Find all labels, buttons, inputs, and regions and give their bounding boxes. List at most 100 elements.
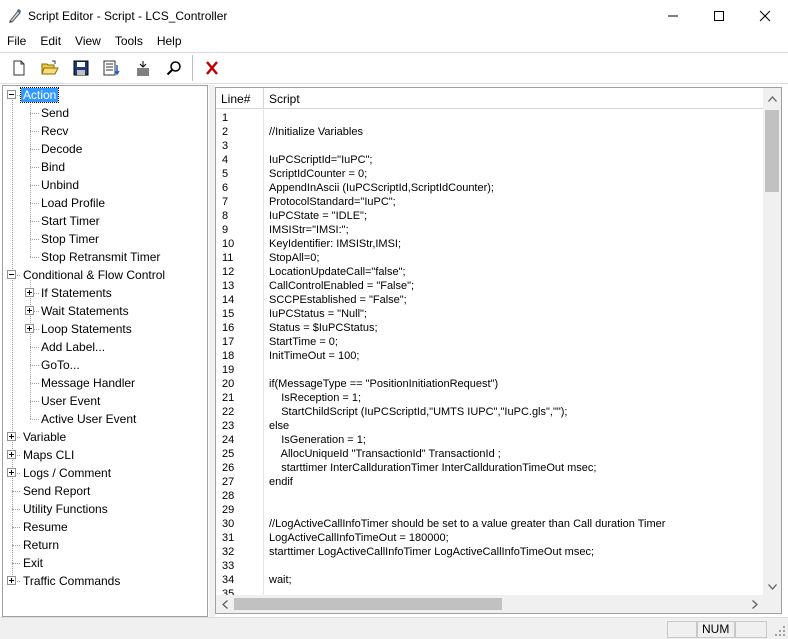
table-row[interactable]: 21 IsReception = 1; xyxy=(216,391,763,405)
script-cell[interactable]: starttimer LogActiveCallInfoTimer LogAct… xyxy=(269,545,594,559)
tree-item[interactable]: Conditional & Flow Control xyxy=(21,266,167,284)
table-row[interactable]: 33 xyxy=(216,559,763,573)
import-list-icon[interactable] xyxy=(99,56,124,80)
search-icon[interactable] xyxy=(161,56,186,80)
table-row[interactable]: 19 xyxy=(216,363,763,377)
script-cell[interactable]: SCCPEstablished = "False"; xyxy=(269,293,407,307)
scroll-up-icon[interactable] xyxy=(763,90,781,107)
script-cell[interactable]: wait; xyxy=(269,573,292,587)
column-header-line[interactable]: Line# xyxy=(216,88,264,109)
script-cell[interactable]: else xyxy=(269,419,289,433)
script-cell[interactable]: KeyIdentifier: IMSIStr,IMSI; xyxy=(269,237,401,251)
table-row[interactable]: 35 xyxy=(216,587,763,595)
horizontal-scrollbar[interactable] xyxy=(216,595,763,613)
scroll-down-icon[interactable] xyxy=(763,578,781,595)
tree-item[interactable]: Utility Functions xyxy=(21,500,110,518)
table-row[interactable]: 10 KeyIdentifier: IMSIStr,IMSI; xyxy=(216,237,763,251)
script-cell[interactable]: starttimer InterCalldurationTimer InterC… xyxy=(269,461,596,475)
delete-x-icon[interactable] xyxy=(199,56,224,80)
table-row[interactable]: 5 ScriptIdCounter = 0; xyxy=(216,167,763,181)
expand-plus-icon[interactable] xyxy=(25,324,34,333)
expand-plus-icon[interactable] xyxy=(25,288,34,297)
menu-view[interactable]: View xyxy=(68,31,108,51)
script-cell[interactable]: ScriptIdCounter = 0; xyxy=(269,167,367,181)
table-row[interactable]: 22 StartChildScript (IuPCScriptId,"UMTS … xyxy=(216,405,763,419)
column-header-script[interactable]: Script xyxy=(264,88,763,109)
minimize-icon[interactable] xyxy=(650,0,696,31)
script-cell[interactable]: IuPCState = "IDLE"; xyxy=(269,209,367,223)
tree-item[interactable]: Variable xyxy=(21,428,68,446)
script-cell[interactable]: IMSIStr="IMSI:"; xyxy=(269,223,349,237)
script-cell[interactable]: endif xyxy=(269,475,293,489)
expand-plus-icon[interactable] xyxy=(25,306,34,315)
tree-item[interactable]: Active User Event xyxy=(39,410,138,428)
script-cell[interactable]: //Initialize Variables xyxy=(269,125,363,139)
table-row[interactable]: 28 xyxy=(216,489,763,503)
script-cell[interactable]: LogActiveCallInfoTimeOut = 180000; xyxy=(269,531,449,545)
tree-item[interactable]: Decode xyxy=(39,140,84,158)
tree-item[interactable]: Exit xyxy=(21,554,45,572)
tree-item[interactable]: Start Timer xyxy=(39,212,102,230)
script-cell[interactable]: IuPCScriptId="IuPC"; xyxy=(269,153,373,167)
scroll-right-icon[interactable] xyxy=(746,595,763,613)
table-row[interactable]: 6 AppendInAscii (IuPCScriptId,ScriptIdCou… xyxy=(216,181,763,195)
tree-item[interactable]: Action xyxy=(19,86,60,104)
table-row[interactable]: 1 xyxy=(216,111,763,125)
tree-item[interactable]: Stop Retransmit Timer xyxy=(39,248,162,266)
tree-item[interactable]: Bind xyxy=(39,158,67,176)
table-row[interactable]: 14 SCCPEstablished = "False"; xyxy=(216,293,763,307)
tree-item[interactable]: Unbind xyxy=(39,176,81,194)
menu-file[interactable]: File xyxy=(0,31,33,51)
script-cell[interactable]: Status = $IuPCStatus; xyxy=(269,321,378,335)
tree-item[interactable]: Maps CLI xyxy=(21,446,76,464)
script-cell[interactable]: IuPCStatus = "Null"; xyxy=(269,307,367,321)
table-row[interactable]: 20 if(MessageType == "PositionInitiationR… xyxy=(216,377,763,391)
tree-item[interactable]: Logs / Comment xyxy=(21,464,113,482)
table-row[interactable]: 32 starttimer LogActiveCallInfoTimer LogA… xyxy=(216,545,763,559)
script-cell[interactable]: //LogActiveCallInfoTimer should be set t… xyxy=(269,517,665,531)
new-file-icon[interactable] xyxy=(6,56,31,80)
tree-item[interactable]: User Event xyxy=(39,392,102,410)
command-tree[interactable]: Action Send Recv Decode Bind Unbind Load Profi… xyxy=(2,85,208,617)
close-icon[interactable] xyxy=(742,0,788,31)
table-row[interactable]: 25 AllocUniqueId "TransactionId" Transac… xyxy=(216,447,763,461)
expand-plus-icon[interactable] xyxy=(7,468,16,477)
tree-item[interactable]: Traffic Commands xyxy=(21,572,122,590)
script-cell[interactable]: ProtocolStandard="IuPC"; xyxy=(269,195,396,209)
tree-item[interactable]: Send Report xyxy=(21,482,92,500)
scroll-left-icon[interactable] xyxy=(216,595,233,613)
save-icon[interactable] xyxy=(68,56,93,80)
tree-item[interactable]: Return xyxy=(21,536,61,554)
table-row[interactable]: 24 IsGeneration = 1; xyxy=(216,433,763,447)
resize-grip-icon[interactable] xyxy=(774,625,786,637)
menu-help[interactable]: Help xyxy=(150,31,189,51)
collapse-minus-icon[interactable] xyxy=(7,270,16,279)
script-cell[interactable]: StartChildScript (IuPCScriptId,"UMTS IUP… xyxy=(269,405,567,419)
collapse-minus-icon[interactable] xyxy=(7,90,16,99)
open-folder-icon[interactable] xyxy=(37,56,62,80)
table-row[interactable]: 29 xyxy=(216,503,763,517)
vertical-scrollbar[interactable] xyxy=(763,88,781,595)
script-cell[interactable]: if(MessageType == "PositionInitiationReq… xyxy=(269,377,498,391)
menu-tools[interactable]: Tools xyxy=(108,31,150,51)
table-row[interactable]: 3 xyxy=(216,139,763,153)
table-row[interactable]: 26 starttimer InterCalldurationTimer Int… xyxy=(216,461,763,475)
table-row[interactable]: 2 //Initialize Variables xyxy=(216,125,763,139)
script-cell[interactable]: StartTime = 0; xyxy=(269,335,338,349)
expand-plus-icon[interactable] xyxy=(7,432,16,441)
script-pen-icon[interactable] xyxy=(7,8,23,24)
table-row[interactable]: 7 ProtocolStandard="IuPC"; xyxy=(216,195,763,209)
maximize-icon[interactable] xyxy=(696,0,742,31)
table-row[interactable]: 31 LogActiveCallInfoTimeOut = 180000; xyxy=(216,531,763,545)
expand-plus-icon[interactable] xyxy=(7,576,16,585)
table-row[interactable]: 8 IuPCState = "IDLE"; xyxy=(216,209,763,223)
script-cell[interactable]: IsGeneration = 1; xyxy=(269,433,366,447)
table-row[interactable]: 17 StartTime = 0; xyxy=(216,335,763,349)
tree-item[interactable]: Message Handler xyxy=(39,374,137,392)
tree-item[interactable]: Resume xyxy=(21,518,70,536)
script-cell[interactable]: AllocUniqueId "TransactionId" Transactio… xyxy=(269,447,501,461)
table-row[interactable]: 34 wait; xyxy=(216,573,763,587)
table-row[interactable]: 12 LocationUpdateCall="false"; xyxy=(216,265,763,279)
script-grid[interactable]: Line# Script 1 2//Initialize Variables 3 4 I… xyxy=(215,87,782,614)
table-row[interactable]: 13 CallControlEnabled = "False"; xyxy=(216,279,763,293)
